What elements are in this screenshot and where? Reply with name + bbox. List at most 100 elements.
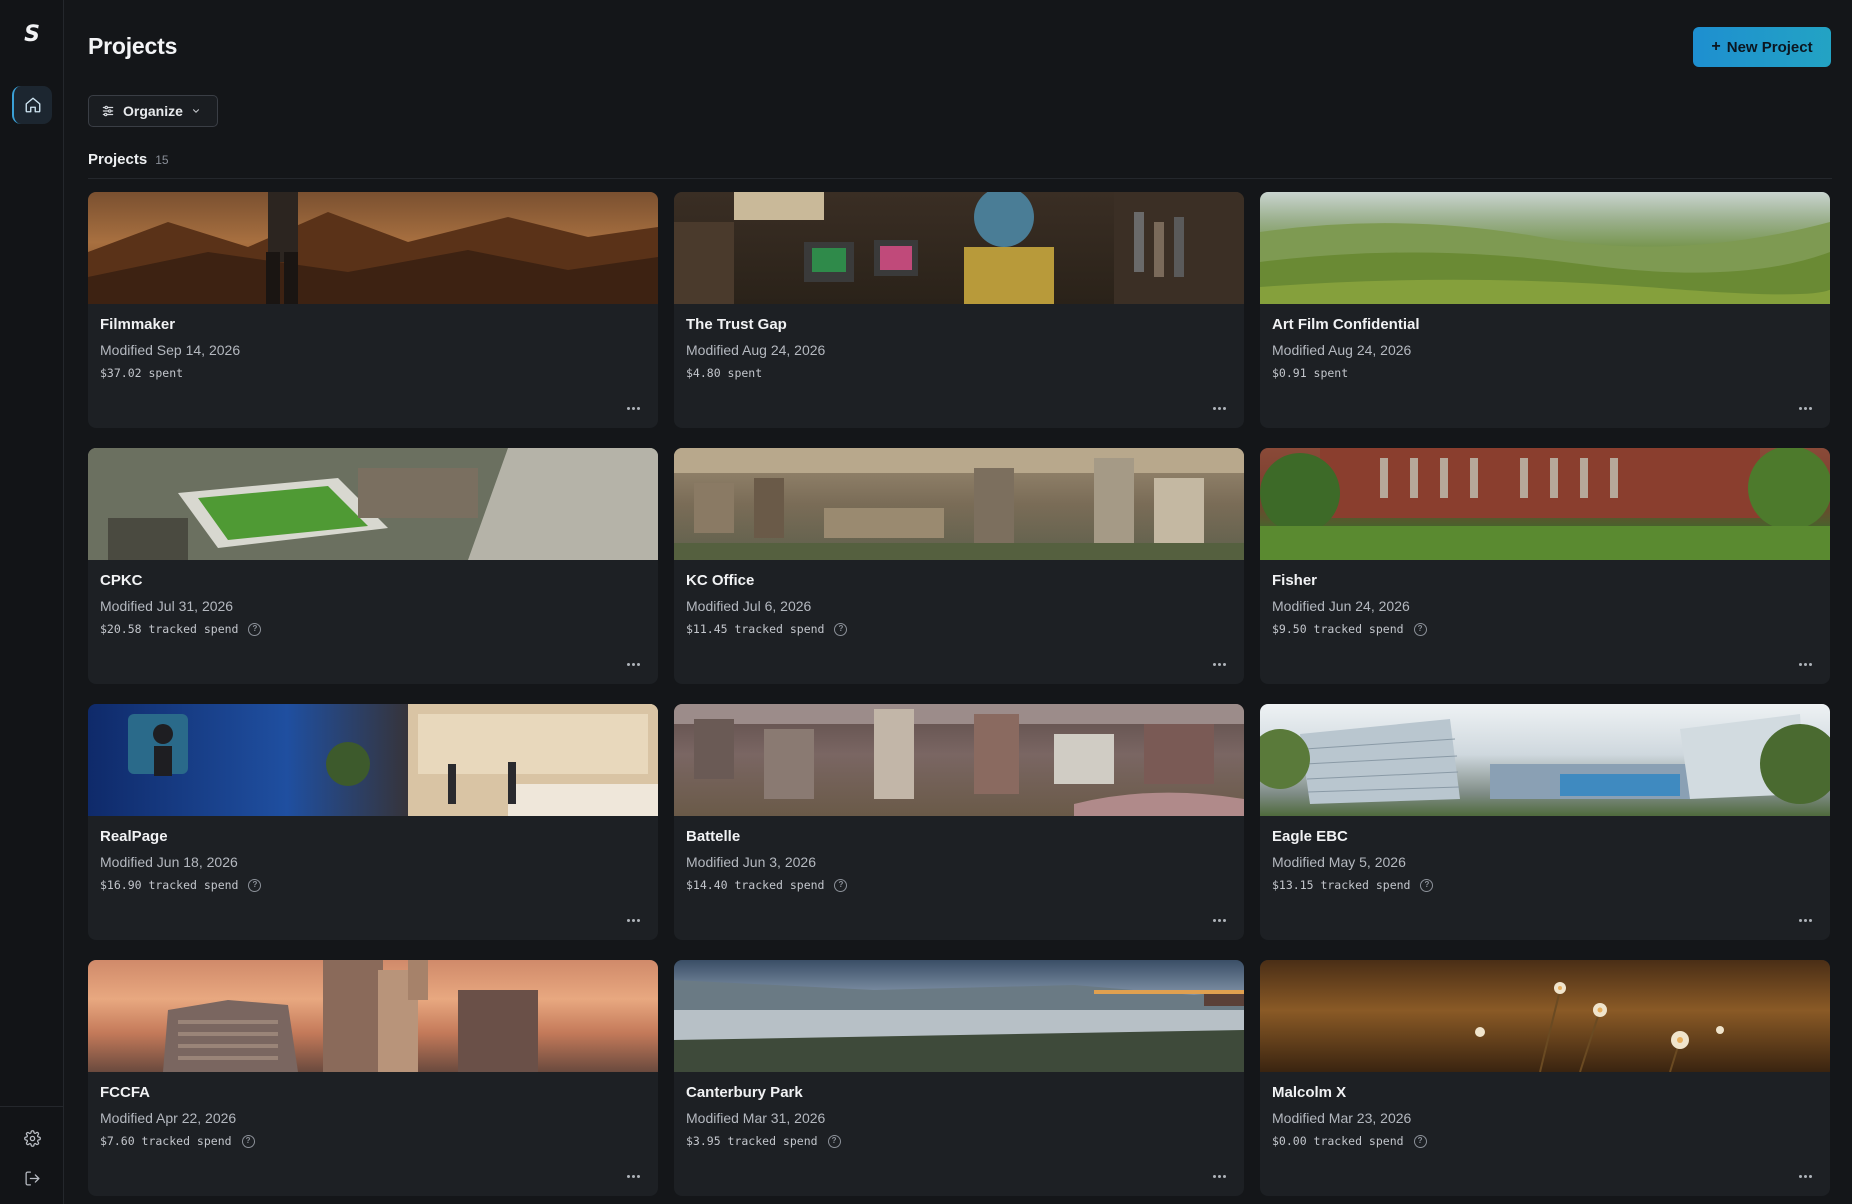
project-name: KC Office <box>686 572 755 589</box>
project-card[interactable]: Battelle Modified Jun 3, 2026 $14.40 tra… <box>674 704 1244 940</box>
project-spend: $0.91 spent <box>1272 366 1818 380</box>
help-icon[interactable]: ? <box>248 878 262 892</box>
project-name: Filmmaker <box>100 316 176 333</box>
project-spend-value: $0.91 spent <box>1272 366 1349 380</box>
project-spend: $16.90 tracked spend ? <box>100 878 646 892</box>
project-name: CPKC <box>100 572 143 589</box>
more-options-icon[interactable] <box>1208 1170 1230 1182</box>
project-grid: Filmmaker Modified Sep 14, 2026 $37.02 s… <box>88 192 1832 1198</box>
app-logo[interactable]: S <box>20 22 44 47</box>
project-spend-value: $37.02 spent <box>100 366 184 380</box>
project-name: The Trust Gap <box>686 316 787 333</box>
project-modified: Modified Jul 31, 2026 <box>100 598 234 614</box>
project-modified: Modified Aug 24, 2026 <box>1272 342 1412 358</box>
more-options-icon[interactable] <box>1208 914 1230 926</box>
new-project-label: New Project <box>1726 38 1813 56</box>
section-header: Projects 15 <box>88 151 169 168</box>
project-name: Fisher <box>1272 572 1318 589</box>
project-thumbnail <box>88 192 658 304</box>
project-thumbnail <box>674 960 1244 1072</box>
main-content: Projects + New Project Organize Projects… <box>64 0 1852 1204</box>
more-options-icon[interactable] <box>622 1170 644 1182</box>
sidebar-item-home[interactable] <box>12 86 52 124</box>
more-options-icon[interactable] <box>1208 658 1230 670</box>
project-spend-value: $3.95 tracked spend <box>686 1134 818 1148</box>
project-name: Malcolm X <box>1272 1084 1347 1101</box>
more-options-icon[interactable] <box>622 658 644 670</box>
logout-icon <box>24 1170 40 1186</box>
project-spend: $9.50 tracked spend ? <box>1272 622 1818 636</box>
gear-icon <box>23 1129 41 1147</box>
project-spend: $11.45 tracked spend ? <box>686 622 1232 636</box>
more-options-icon[interactable] <box>1794 402 1816 414</box>
project-card[interactable]: RealPage Modified Jun 18, 2026 $16.90 tr… <box>88 704 658 940</box>
project-card[interactable]: Malcolm X Modified Mar 23, 2026 $0.00 tr… <box>1260 960 1830 1196</box>
sliders-icon <box>102 105 114 117</box>
project-thumbnail <box>674 192 1244 304</box>
project-card[interactable]: KC Office Modified Jul 6, 2026 $11.45 tr… <box>674 448 1244 684</box>
help-icon[interactable]: ? <box>827 1134 841 1148</box>
project-modified: Modified Aug 24, 2026 <box>686 342 826 358</box>
project-name: FCCFA <box>100 1084 150 1101</box>
more-options-icon[interactable] <box>1794 1170 1816 1182</box>
project-spend: $14.40 tracked spend ? <box>686 878 1232 892</box>
organize-dropdown[interactable]: Organize <box>88 95 218 127</box>
project-card[interactable]: Canterbury Park Modified Mar 31, 2026 $3… <box>674 960 1244 1196</box>
project-thumbnail <box>1260 960 1830 1072</box>
more-options-icon[interactable] <box>622 402 644 414</box>
help-icon[interactable]: ? <box>834 622 848 636</box>
project-spend-value: $20.58 tracked spend <box>100 622 239 636</box>
project-spend: $0.00 tracked spend ? <box>1272 1134 1818 1148</box>
project-spend-value: $4.80 spent <box>686 366 763 380</box>
project-thumbnail <box>88 960 658 1072</box>
project-card[interactable]: Art Film Confidential Modified Aug 24, 2… <box>1260 192 1830 428</box>
more-options-icon[interactable] <box>1208 402 1230 414</box>
project-spend: $7.60 tracked spend ? <box>100 1134 646 1148</box>
page-title: Projects <box>88 33 178 59</box>
plus-icon: + <box>1711 38 1721 55</box>
sidebar-divider <box>0 1106 64 1107</box>
new-project-button[interactable]: + New Project <box>1693 27 1831 67</box>
project-thumbnail <box>674 448 1244 560</box>
help-icon[interactable]: ? <box>1413 622 1427 636</box>
project-card[interactable]: The Trust Gap Modified Aug 24, 2026 $4.8… <box>674 192 1244 428</box>
project-spend-value: $13.15 tracked spend <box>1272 878 1411 892</box>
project-modified: Modified Apr 22, 2026 <box>100 1110 237 1126</box>
project-modified: Modified Jun 24, 2026 <box>1272 598 1410 614</box>
project-spend: $20.58 tracked spend ? <box>100 622 646 636</box>
project-spend: $37.02 spent <box>100 366 646 380</box>
project-modified: Modified Sep 14, 2026 <box>100 342 241 358</box>
more-options-icon[interactable] <box>622 914 644 926</box>
section-title: Projects <box>88 151 148 168</box>
help-icon[interactable]: ? <box>248 622 262 636</box>
project-card[interactable]: CPKC Modified Jul 31, 2026 $20.58 tracke… <box>88 448 658 684</box>
project-name: Canterbury Park <box>686 1084 803 1101</box>
project-card[interactable]: FCCFA Modified Apr 22, 2026 $7.60 tracke… <box>88 960 658 1196</box>
project-modified: Modified Jun 18, 2026 <box>100 854 238 870</box>
help-icon[interactable]: ? <box>1413 1134 1427 1148</box>
chevron-down-icon <box>192 109 199 113</box>
project-spend-value: $0.00 tracked spend <box>1272 1134 1404 1148</box>
project-spend: $4.80 spent <box>686 366 1232 380</box>
help-icon[interactable]: ? <box>241 1134 255 1148</box>
project-card[interactable]: Fisher Modified Jun 24, 2026 $9.50 track… <box>1260 448 1830 684</box>
project-modified: Modified Mar 23, 2026 <box>1272 1110 1412 1126</box>
settings-button[interactable] <box>18 1124 46 1152</box>
home-icon <box>25 97 41 113</box>
project-card[interactable]: Filmmaker Modified Sep 14, 2026 $37.02 s… <box>88 192 658 428</box>
project-modified: Modified May 5, 2026 <box>1272 854 1406 870</box>
project-card[interactable]: Eagle EBC Modified May 5, 2026 $13.15 tr… <box>1260 704 1830 940</box>
project-thumbnail <box>88 704 658 816</box>
project-name: RealPage <box>100 828 168 845</box>
logout-button[interactable] <box>18 1164 46 1192</box>
help-icon[interactable]: ? <box>834 878 848 892</box>
project-thumbnail <box>674 704 1244 816</box>
project-spend-value: $14.40 tracked spend <box>686 878 825 892</box>
project-count: 15 <box>155 153 169 167</box>
help-icon[interactable]: ? <box>1420 878 1434 892</box>
project-spend-value: $7.60 tracked spend <box>100 1134 232 1148</box>
sidebar: S <box>0 0 64 1204</box>
more-options-icon[interactable] <box>1794 914 1816 926</box>
more-options-icon[interactable] <box>1794 658 1816 670</box>
project-name: Eagle EBC <box>1272 828 1348 845</box>
